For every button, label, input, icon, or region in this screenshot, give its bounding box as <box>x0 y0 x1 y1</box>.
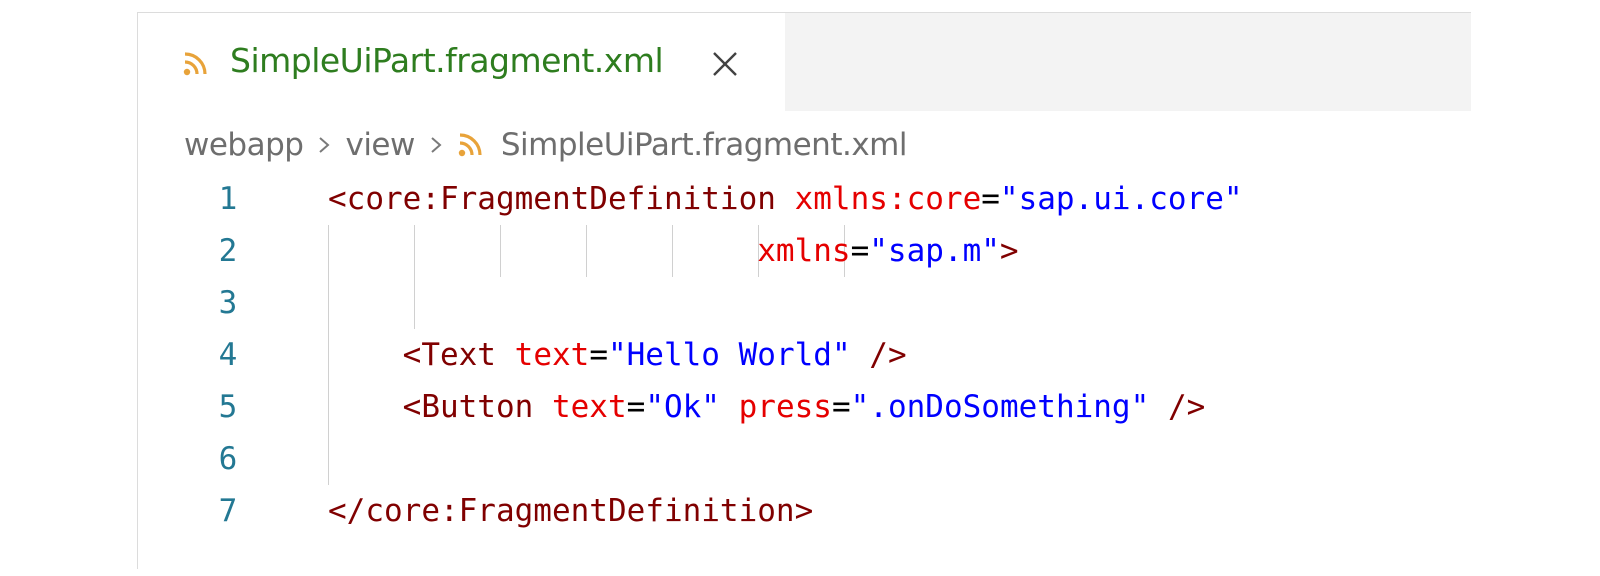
line-code: </core:FragmentDefinition> <box>328 485 813 537</box>
code-token-eq: = <box>626 389 646 425</box>
code-token-tag: <Text <box>402 337 496 373</box>
line-number: 7 <box>218 493 238 529</box>
code-token-eq <box>776 181 795 217</box>
code-token-tag: /> <box>1167 389 1206 425</box>
tab-simpleuipart-fragment[interactable]: SimpleUiPart.fragment.xml <box>138 13 785 111</box>
breadcrumb-item-file[interactable]: SimpleUiPart.fragment.xml <box>501 127 908 163</box>
code-editor[interactable]: 1 <core:FragmentDefinition xmlns:core="s… <box>138 173 1471 569</box>
code-token-eq <box>533 389 552 425</box>
code-token-eq <box>328 337 403 373</box>
line-number: 5 <box>218 389 238 425</box>
tab-label: SimpleUiPart.fragment.xml <box>230 41 664 80</box>
code-line-3[interactable]: 3 <box>138 277 1471 329</box>
code-token-attr: text <box>551 389 627 425</box>
editor-window: SimpleUiPart.fragment.xml webapp view Si… <box>137 12 1471 569</box>
code-token-attr: xmlns <box>757 233 851 269</box>
code-token-attr: xmlns:core <box>794 181 982 217</box>
code-token-eq <box>496 337 515 373</box>
code-token-eq <box>720 389 739 425</box>
breadcrumb-item-webapp[interactable]: webapp <box>184 127 304 163</box>
code-token-eq: = <box>831 389 851 425</box>
line-number: 6 <box>218 441 238 477</box>
chevron-right-icon <box>319 137 330 153</box>
code-token-eq: = <box>850 233 870 269</box>
rss-xml-icon <box>183 52 207 76</box>
code-line-1[interactable]: 1 <core:FragmentDefinition xmlns:core="s… <box>138 173 1471 225</box>
code-token-val: "sap.m" <box>869 233 1000 269</box>
line-code: <Button text="Ok" press=".onDoSomething"… <box>328 381 1206 433</box>
line-number: 3 <box>218 285 238 321</box>
close-icon[interactable] <box>708 47 742 81</box>
code-line-6[interactable]: 6 <box>138 433 1471 485</box>
code-token-eq: = <box>589 337 608 373</box>
line-code: <core:FragmentDefinition xmlns:core="sap… <box>328 173 1243 225</box>
code-line-7[interactable]: 7 </core:FragmentDefinition> <box>138 485 1471 537</box>
code-token-attr: text <box>514 337 590 373</box>
code-token-val: "Hello World" <box>607 337 851 373</box>
code-token-eq <box>1149 389 1168 425</box>
code-token-tag: /> <box>869 337 907 373</box>
breadcrumb: webapp view SimpleUiPart.fragment.xml <box>184 121 907 169</box>
code-token-tag: > <box>999 233 1019 269</box>
code-token-val: "sap.ui.core" <box>999 181 1243 217</box>
line-code: <Text text="Hello World" /> <box>328 329 907 381</box>
chevron-right-icon <box>431 137 442 153</box>
code-line-4[interactable]: 4 <Text text="Hello World" /> <box>138 329 1471 381</box>
rss-xml-icon <box>458 133 482 157</box>
code-token-val: "Ok" <box>645 389 720 425</box>
code-token-tag: <Button <box>402 389 534 425</box>
code-token-tag: <core:FragmentDefinition <box>328 181 776 217</box>
code-token-tag: </core:FragmentDefinition> <box>328 493 814 529</box>
line-number: 2 <box>218 233 238 269</box>
code-token-eq <box>328 233 757 269</box>
code-token-eq: = <box>981 181 1000 217</box>
line-number: 4 <box>218 337 238 373</box>
breadcrumb-item-view[interactable]: view <box>345 127 415 163</box>
code-token-eq <box>328 389 403 425</box>
code-token-val: ".onDoSomething" <box>850 389 1150 425</box>
code-token-attr: press <box>738 389 832 425</box>
code-line-5[interactable]: 5 <Button text="Ok" press=".onDoSomethin… <box>138 381 1471 433</box>
code-line-2[interactable]: 2 xmlns="sap.m"> <box>138 225 1471 277</box>
tab-strip: SimpleUiPart.fragment.xml <box>138 13 1471 111</box>
code-token-eq <box>851 337 870 373</box>
line-number: 1 <box>218 181 238 217</box>
line-code: xmlns="sap.m"> <box>328 225 1019 277</box>
